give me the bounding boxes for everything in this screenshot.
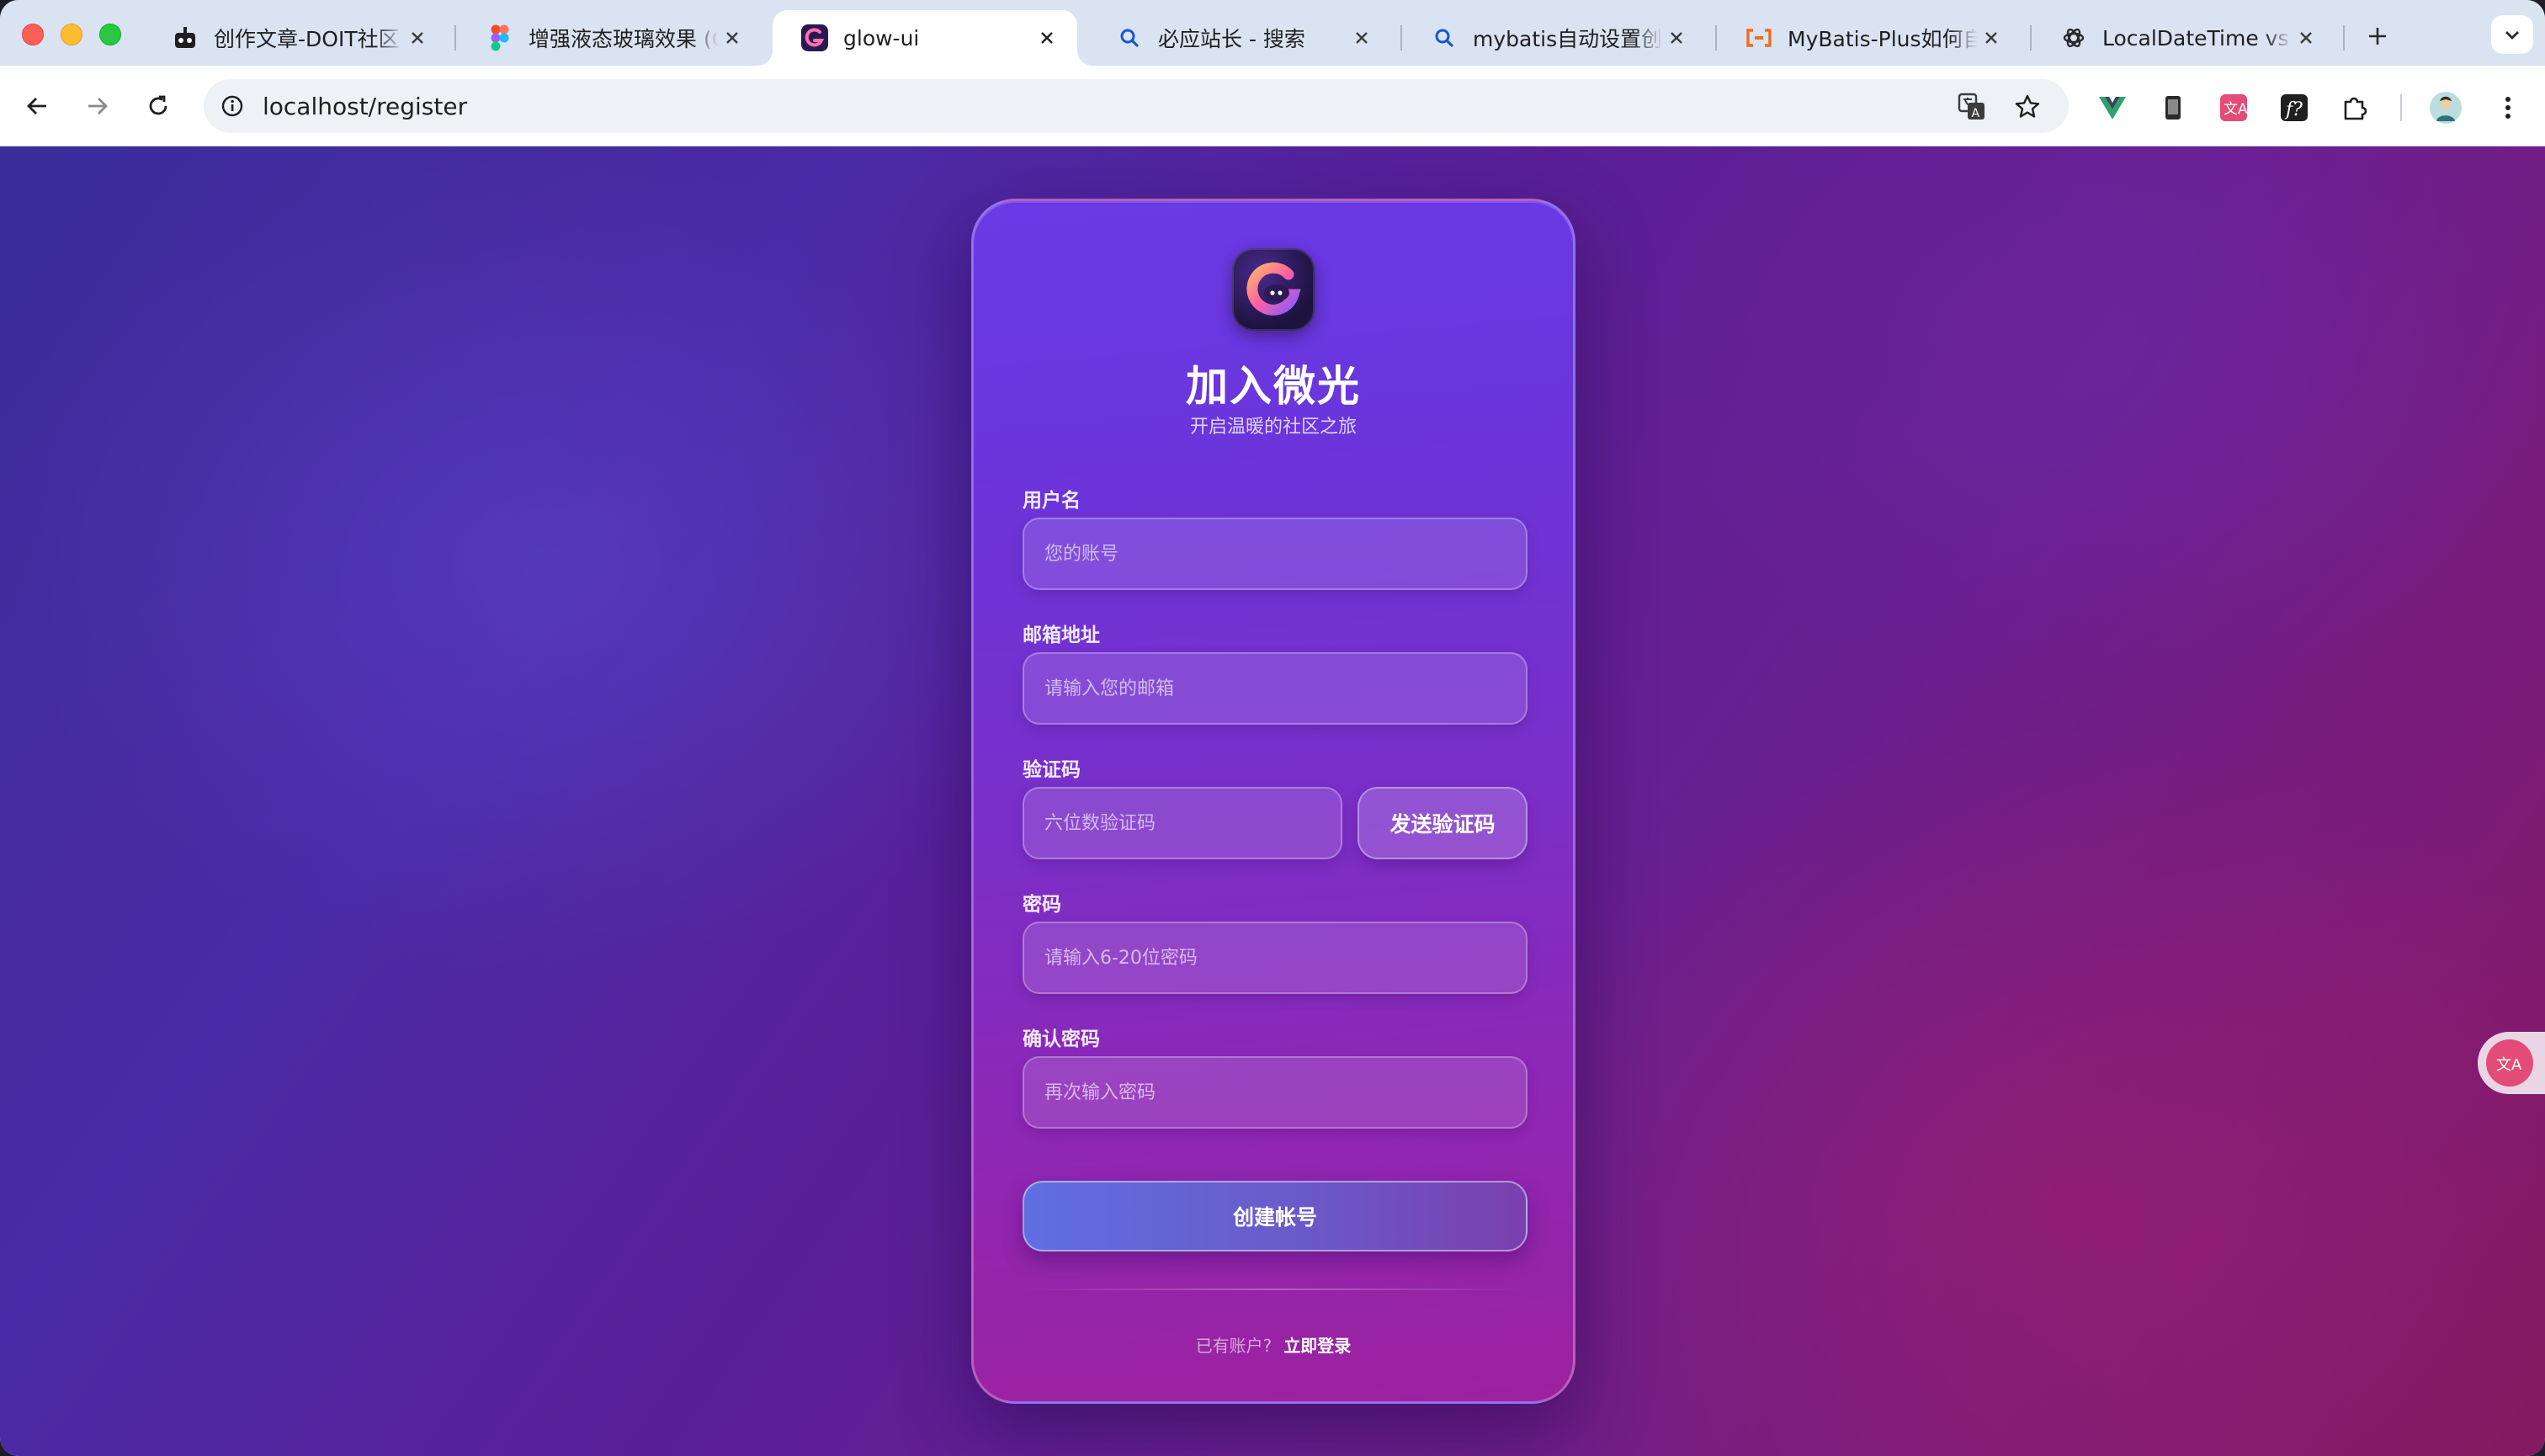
search-icon — [1431, 24, 1458, 51]
profile-avatar[interactable] — [2429, 91, 2463, 125]
reload-icon — [149, 95, 167, 115]
close-icon[interactable] — [2293, 24, 2319, 51]
tab-divider — [454, 25, 456, 50]
translate-extension-icon[interactable]: 文A — [2217, 91, 2250, 125]
tab-title: LocalDateTime vs Da — [2102, 25, 2293, 50]
tab-figma[interactable]: 增强液态玻璃效果 (Cc — [458, 10, 762, 66]
app-logo — [1232, 248, 1315, 331]
vue-devtools-icon[interactable] — [2096, 91, 2129, 125]
close-icon[interactable] — [1033, 24, 1060, 51]
page-title: 加入微光 — [1186, 362, 1361, 411]
send-code-button[interactable]: 发送验证码 — [1358, 787, 1528, 859]
phone-extension-icon[interactable] — [2156, 91, 2190, 125]
robot-icon — [172, 24, 199, 51]
reload-button[interactable] — [138, 86, 178, 126]
floating-translate-button[interactable]: 文A — [2478, 1032, 2545, 1094]
divider — [1023, 1289, 1528, 1290]
glow-logo-icon — [1246, 262, 1301, 316]
svg-text:A: A — [1972, 107, 1980, 120]
toolbar-divider — [2400, 94, 2402, 121]
extensions-puzzle-icon[interactable] — [2338, 91, 2372, 125]
plus-icon — [2369, 28, 2386, 45]
tab-search-button[interactable] — [2491, 15, 2533, 54]
translate-icon: 文A — [2486, 1039, 2533, 1087]
username-label: 用户名 — [1023, 490, 1081, 512]
tab-divider — [2343, 25, 2345, 50]
svg-text:f?: f? — [2284, 99, 2303, 120]
chevron-down-icon — [2505, 31, 2519, 40]
back-arrow-icon — [27, 98, 46, 114]
tab-title: mybatis自动设置创建 — [1473, 27, 1663, 51]
close-icon[interactable] — [1348, 24, 1375, 51]
tab-doit[interactable]: 创作文章-DOIT社区 — [143, 10, 448, 66]
openai-icon — [2060, 24, 2087, 51]
forward-button[interactable] — [77, 86, 118, 126]
svg-text:文A: 文A — [2496, 1056, 2522, 1074]
register-card: 加入微光 开启温暖的社区之旅 用户名 邮箱地址 验证码 发送验证码 密码 确认密… — [971, 199, 1575, 1404]
close-icon[interactable] — [1978, 24, 2005, 51]
back-button[interactable] — [17, 86, 57, 126]
zoom-window-button[interactable] — [99, 24, 121, 45]
tab-bing-webmaster[interactable]: 必应站长 - 搜索 — [1087, 10, 1392, 66]
create-account-button[interactable]: 创建帐号 — [1023, 1181, 1528, 1251]
minimize-window-button[interactable] — [61, 24, 82, 45]
search-icon — [1116, 24, 1143, 51]
address-bar[interactable]: localhost/register A — [204, 79, 2069, 133]
password-field[interactable] — [1023, 922, 1528, 994]
svg-text:文A: 文A — [2224, 101, 2248, 118]
tab-title: 创作文章-DOIT社区 — [214, 27, 400, 51]
bookmark-star-icon[interactable] — [2010, 89, 2045, 125]
tab-strip: 创作文章-DOIT社区 增强液态玻璃效果 (Cc glow-ui 必应站长 - — [0, 0, 2545, 66]
close-window-button[interactable] — [22, 24, 44, 45]
tab-title: MyBatis-Plus如何自动 — [1788, 27, 1978, 51]
function-extension-icon[interactable]: f? — [2277, 91, 2311, 125]
tab-mybatis-plus[interactable]: MyBatis-Plus如何自动 — [1717, 10, 2022, 66]
tab-mybatis-search[interactable]: mybatis自动设置创建 — [1402, 10, 1707, 66]
browser-toolbar: localhost/register A 文A f? — [0, 66, 2545, 146]
close-icon[interactable] — [719, 24, 746, 51]
tab-title: 必应站长 - 搜索 — [1158, 27, 1305, 51]
login-link[interactable]: 立即登录 — [1283, 1336, 1351, 1356]
username-field[interactable] — [1023, 518, 1528, 590]
verification-code-label: 验证码 — [1023, 759, 1081, 781]
page-subtitle: 开启温暖的社区之旅 — [1189, 417, 1357, 438]
figma-icon — [486, 24, 513, 51]
browser-window: 创作文章-DOIT社区 增强液态玻璃效果 (Cc glow-ui 必应站长 - — [0, 0, 2545, 1456]
login-prompt-text: 已有账户? — [1195, 1336, 1272, 1356]
glow-logo-icon — [801, 24, 828, 51]
url-text: localhost/register — [263, 92, 468, 120]
page-background: 加入微光 开启温暖的社区之旅 用户名 邮箱地址 验证码 发送验证码 密码 确认密… — [0, 146, 2545, 1456]
kebab-menu-icon[interactable] — [2491, 91, 2525, 125]
bracket-logo-icon — [1745, 24, 1772, 51]
close-icon[interactable] — [404, 24, 431, 51]
forward-arrow-icon — [88, 98, 108, 114]
verification-code-field[interactable] — [1023, 787, 1342, 859]
email-label: 邮箱地址 — [1023, 624, 1100, 646]
tab-title: glow-ui — [843, 25, 920, 50]
new-tab-button[interactable] — [2358, 17, 2397, 56]
tab-localdatetime[interactable]: LocalDateTime vs Da — [2032, 10, 2336, 66]
tab-glow-ui[interactable]: glow-ui — [773, 10, 1077, 66]
email-field[interactable] — [1023, 652, 1528, 725]
confirm-password-field[interactable] — [1023, 1056, 1528, 1129]
password-label: 密码 — [1023, 894, 1061, 916]
confirm-password-label: 确认密码 — [1023, 1028, 1100, 1050]
site-info-icon[interactable] — [215, 89, 249, 123]
translate-page-icon[interactable]: A — [1954, 89, 1990, 125]
close-icon[interactable] — [1663, 24, 1690, 51]
login-prompt: 已有账户? 立即登录 — [974, 1332, 1573, 1357]
tab-title: 增强液态玻璃效果 (Cc — [529, 27, 719, 51]
